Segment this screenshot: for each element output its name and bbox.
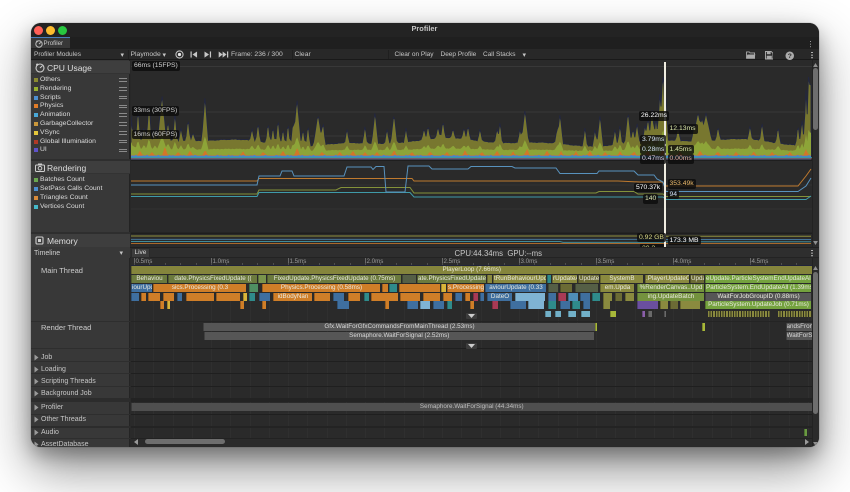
svg-text:?: ? (788, 53, 792, 60)
